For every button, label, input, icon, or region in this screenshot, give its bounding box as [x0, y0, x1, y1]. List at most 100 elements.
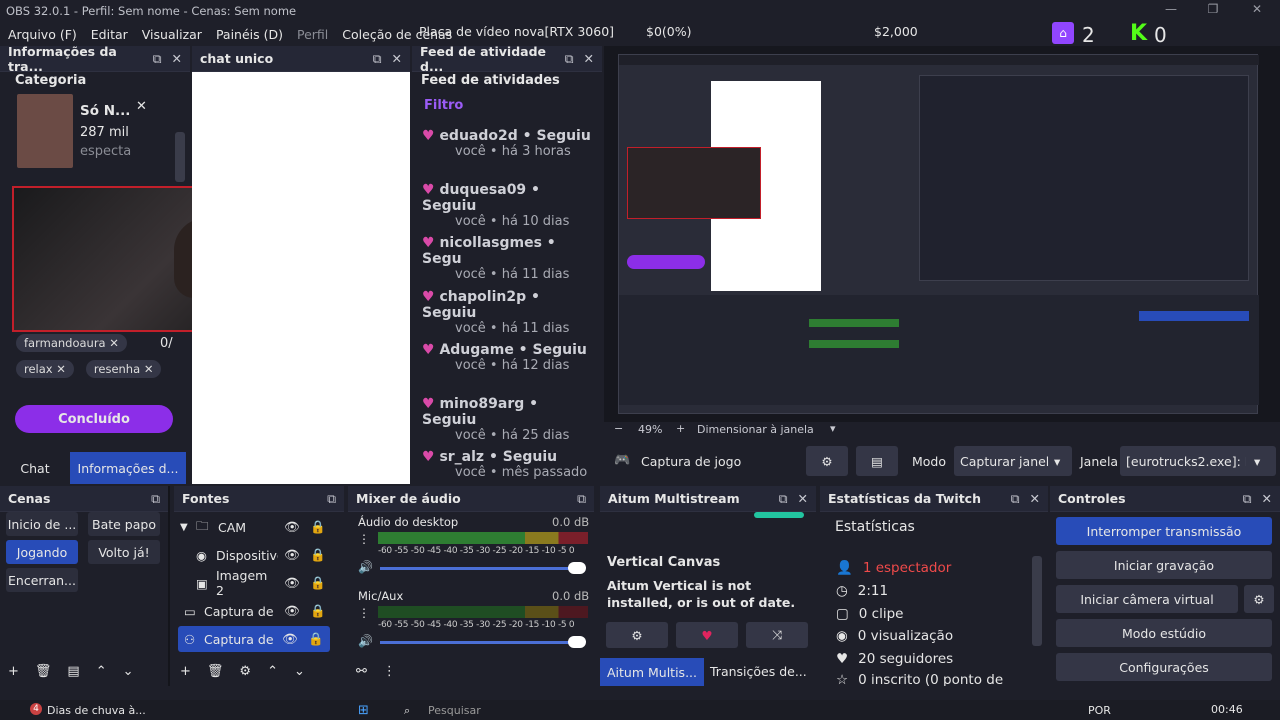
- track-menu-icon[interactable]: ⋮: [358, 532, 370, 546]
- minimize-icon[interactable]: —: [1156, 2, 1186, 20]
- properties-button[interactable]: ⚙: [806, 446, 848, 476]
- tab-transitions[interactable]: Transições de...: [710, 664, 807, 679]
- maximize-icon[interactable]: ❐: [1198, 2, 1228, 20]
- zoom-in-icon[interactable]: +: [676, 422, 685, 435]
- settings-button[interactable]: ⚙: [606, 622, 668, 648]
- language-indicator[interactable]: POR: [1088, 704, 1111, 717]
- float-icon[interactable]: ⧉: [565, 51, 574, 67]
- tab-aitum[interactable]: Aitum Multis...: [600, 658, 704, 686]
- remove-tag-icon[interactable]: ✕: [56, 362, 66, 376]
- done-button[interactable]: Concluído: [15, 405, 173, 433]
- link-icon[interactable]: ⚯: [356, 664, 367, 679]
- eye-icon[interactable]: 👁: [282, 631, 298, 647]
- arrow-down-icon[interactable]: ⌄: [123, 664, 134, 679]
- feed-item[interactable]: ♥ eduado2d • Seguiu você • há 3 horas: [422, 128, 597, 159]
- preview-canvas[interactable]: [604, 46, 1280, 422]
- remove-tag-icon[interactable]: ✕: [109, 336, 119, 350]
- windows-start-icon[interactable]: ⊞: [358, 703, 369, 718]
- eye-icon[interactable]: 👁: [284, 547, 300, 563]
- float-icon[interactable]: ⧉: [1243, 491, 1252, 507]
- gear-icon[interactable]: ⚙: [239, 664, 251, 679]
- eye-icon[interactable]: 👁: [284, 603, 300, 619]
- feed-item[interactable]: ♥ chapolin2p • Seguiu você • há 11 dias: [422, 289, 597, 336]
- lock-icon[interactable]: 🔒: [310, 547, 326, 563]
- close-icon[interactable]: ✕: [1030, 491, 1040, 507]
- float-icon[interactable]: ⧉: [577, 491, 586, 507]
- menu-icon[interactable]: ⋮: [383, 664, 396, 679]
- arrow-up-icon[interactable]: ⌃: [96, 664, 107, 679]
- track-menu-icon[interactable]: ⋮: [358, 606, 370, 620]
- vcam-settings-button[interactable]: ⚙: [1244, 585, 1274, 613]
- settings-button[interactable]: Configurações: [1056, 653, 1272, 681]
- taskbar-search[interactable]: Pesquisar: [428, 704, 481, 717]
- trash-icon[interactable]: 🗑: [35, 664, 52, 679]
- menu-perfil[interactable]: Perfil: [297, 27, 328, 42]
- speaker-icon[interactable]: 🔊: [358, 560, 373, 574]
- resize-label[interactable]: Dimensionar à janela: [697, 423, 814, 436]
- float-icon[interactable]: ⧉: [151, 491, 160, 507]
- float-icon[interactable]: ⧉: [153, 51, 162, 67]
- close-icon[interactable]: ✕: [584, 51, 594, 67]
- close-icon[interactable]: ✕: [172, 51, 182, 67]
- lock-icon[interactable]: 🔒: [310, 575, 326, 591]
- add-icon[interactable]: +: [8, 664, 19, 679]
- source-row-selected[interactable]: ⚇ Captura de jc 👁 🔒: [178, 626, 330, 652]
- trash-icon[interactable]: 🗑: [207, 664, 224, 679]
- speaker-icon[interactable]: 🔊: [358, 634, 373, 648]
- feed-item[interactable]: ♥ duquesa09 • Seguiu você • há 10 dias: [422, 182, 597, 229]
- feed-item[interactable]: ♥ mino89arg • Seguiu você • há 25 dias: [422, 396, 597, 443]
- add-icon[interactable]: +: [180, 664, 191, 679]
- start-recording-button[interactable]: Iniciar gravação: [1056, 551, 1272, 579]
- menu-arquivo[interactable]: Arquivo (F): [8, 27, 77, 42]
- float-icon[interactable]: ⧉: [1011, 491, 1020, 507]
- scene-item[interactable]: Encerran...: [6, 568, 78, 592]
- clock[interactable]: 00:46: [1211, 703, 1243, 716]
- menu-visualizar[interactable]: Visualizar: [142, 27, 202, 42]
- scene-item[interactable]: Inicio de ...: [6, 512, 78, 536]
- float-icon[interactable]: ⧉: [327, 491, 336, 507]
- tab-chat[interactable]: Chat: [0, 452, 70, 484]
- window-select[interactable]: [eurotrucks2.exe]: Eu ▾: [1120, 446, 1276, 476]
- arrow-up-icon[interactable]: ⌃: [267, 664, 278, 679]
- volume-handle[interactable]: [568, 562, 586, 574]
- close-icon[interactable]: ✕: [1242, 2, 1272, 20]
- chevron-down-icon[interactable]: ▾: [830, 422, 836, 435]
- lock-icon[interactable]: 🔒: [310, 603, 326, 619]
- scrollbar[interactable]: [1032, 556, 1042, 646]
- scrollbar[interactable]: [175, 132, 185, 182]
- mode-select[interactable]: Capturar janela ▾: [954, 446, 1072, 476]
- arrow-down-icon[interactable]: ⌄: [294, 664, 305, 679]
- zoom-out-icon[interactable]: −: [614, 422, 623, 435]
- close-icon[interactable]: ✕: [392, 51, 402, 67]
- remove-tag-icon[interactable]: ✕: [144, 362, 154, 376]
- remove-category-icon[interactable]: ✕: [136, 99, 147, 114]
- feed-item[interactable]: ♥ sr_alz • Seguiu você • mês passado: [422, 449, 597, 480]
- lock-icon[interactable]: 🔒: [310, 519, 326, 535]
- weather-widget[interactable]: Dias de chuva à...: [47, 704, 146, 717]
- expand-icon[interactable]: ▼: [180, 522, 196, 533]
- filter-button[interactable]: Filtro: [424, 98, 463, 113]
- lock-icon[interactable]: 🔒: [308, 631, 324, 647]
- close-icon[interactable]: ✕: [798, 491, 808, 507]
- tab-info[interactable]: Informações d...: [70, 452, 186, 484]
- float-icon[interactable]: ⧉: [373, 51, 382, 67]
- float-icon[interactable]: ⧉: [779, 491, 788, 507]
- scene-item[interactable]: Volto já!: [88, 540, 160, 564]
- share-button[interactable]: ⤨: [746, 622, 808, 648]
- filters-button[interactable]: ▤: [856, 446, 898, 476]
- menu-paineis[interactable]: Painéis (D): [216, 27, 283, 42]
- donate-button[interactable]: ♥: [676, 622, 738, 648]
- feed-item[interactable]: ♥ nicollasgmes • Segu você • há 11 dias: [422, 235, 597, 282]
- menu-editar[interactable]: Editar: [91, 27, 128, 42]
- volume-slider[interactable]: [380, 567, 580, 570]
- stop-stream-button[interactable]: Interromper transmissão: [1056, 517, 1272, 545]
- feed-item[interactable]: ♥ Adugame • Seguiu você • há 12 dias: [422, 342, 597, 373]
- eye-icon[interactable]: 👁: [284, 519, 300, 535]
- scene-item-active[interactable]: Jogando: [6, 540, 78, 564]
- studio-mode-button[interactable]: Modo estúdio: [1056, 619, 1272, 647]
- virtual-camera-button[interactable]: Iniciar câmera virtual: [1056, 585, 1238, 613]
- eye-icon[interactable]: 👁: [284, 575, 300, 591]
- close-icon[interactable]: ✕: [1262, 491, 1272, 507]
- volume-slider[interactable]: [380, 641, 580, 644]
- volume-handle[interactable]: [568, 636, 586, 648]
